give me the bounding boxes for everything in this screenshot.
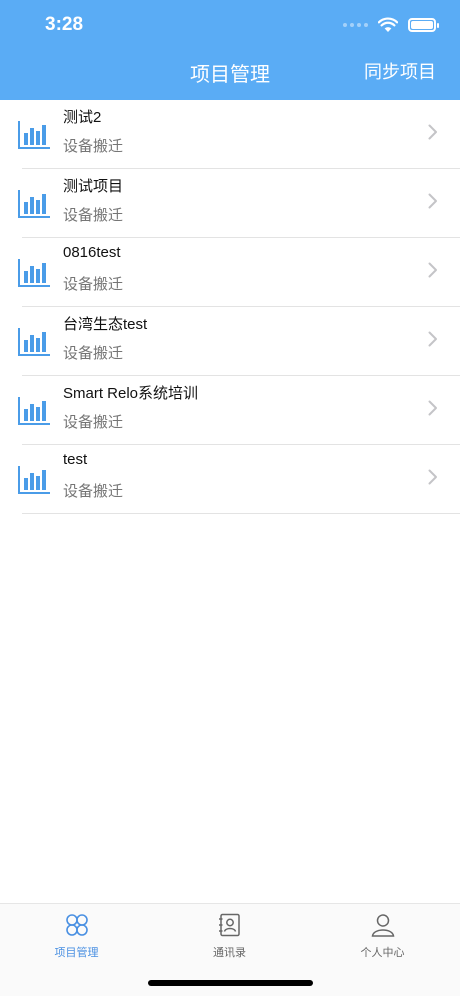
clover-icon xyxy=(65,914,88,936)
bar-chart-icon xyxy=(18,121,50,149)
project-name: 台湾生态test xyxy=(63,316,148,333)
chevron-right-icon xyxy=(428,400,437,416)
project-row[interactable]: Smart Relo系统培训 设备搬迁 xyxy=(0,376,460,445)
chevron-right-icon xyxy=(428,469,437,485)
tab-contacts[interactable]: 通讯录 xyxy=(153,904,306,974)
home-indicator xyxy=(148,980,313,986)
sync-projects-button[interactable]: 同步项目 xyxy=(364,58,436,84)
wifi-icon xyxy=(378,17,398,32)
bar-chart-icon xyxy=(18,328,50,356)
project-type: 设备搬迁 xyxy=(63,276,124,293)
project-type: 设备搬迁 xyxy=(63,483,124,500)
project-type: 设备搬迁 xyxy=(63,138,124,155)
project-type: 设备搬迁 xyxy=(63,414,124,431)
tab-label: 个人中心 xyxy=(360,947,405,959)
cellular-signal-icon xyxy=(343,23,368,27)
battery-icon xyxy=(408,18,439,32)
project-type: 设备搬迁 xyxy=(63,207,124,224)
project-list: 测试2 设备搬迁 测试项目 设备搬迁 0816test 设备搬迁 台湾生态tes… xyxy=(0,100,460,514)
tab-project-management[interactable]: 项目管理 xyxy=(0,904,153,974)
status-indicators xyxy=(343,16,439,34)
project-row[interactable]: 测试项目 设备搬迁 xyxy=(0,169,460,238)
chevron-right-icon xyxy=(428,331,437,347)
project-row[interactable]: 0816test 设备搬迁 xyxy=(0,238,460,307)
chevron-right-icon xyxy=(428,262,437,278)
tab-label: 通讯录 xyxy=(213,947,246,959)
project-name: 0816test xyxy=(63,244,121,261)
bar-chart-icon xyxy=(18,190,50,218)
person-icon xyxy=(371,914,394,937)
project-name: Smart Relo系统培训 xyxy=(63,385,199,402)
chevron-right-icon xyxy=(428,193,437,209)
chevron-right-icon xyxy=(428,124,437,140)
project-row[interactable]: 测试2 设备搬迁 xyxy=(0,100,460,169)
tab-label: 项目管理 xyxy=(54,947,99,959)
bar-chart-icon xyxy=(18,466,50,494)
bar-chart-icon xyxy=(18,259,50,287)
project-type: 设备搬迁 xyxy=(63,345,124,362)
project-name: 测试2 xyxy=(63,109,102,126)
bar-chart-icon xyxy=(18,397,50,425)
contacts-book-icon xyxy=(218,913,240,937)
tab-personal-center[interactable]: 个人中心 xyxy=(306,904,459,974)
project-name: 测试项目 xyxy=(63,178,124,195)
project-row[interactable]: test 设备搬迁 xyxy=(0,445,460,514)
project-name: test xyxy=(63,451,88,468)
status-time: 3:28 xyxy=(45,14,84,35)
nav-header: 3:28 项目管理 同步项目 xyxy=(0,0,460,100)
project-row[interactable]: 台湾生态test 设备搬迁 xyxy=(0,307,460,376)
